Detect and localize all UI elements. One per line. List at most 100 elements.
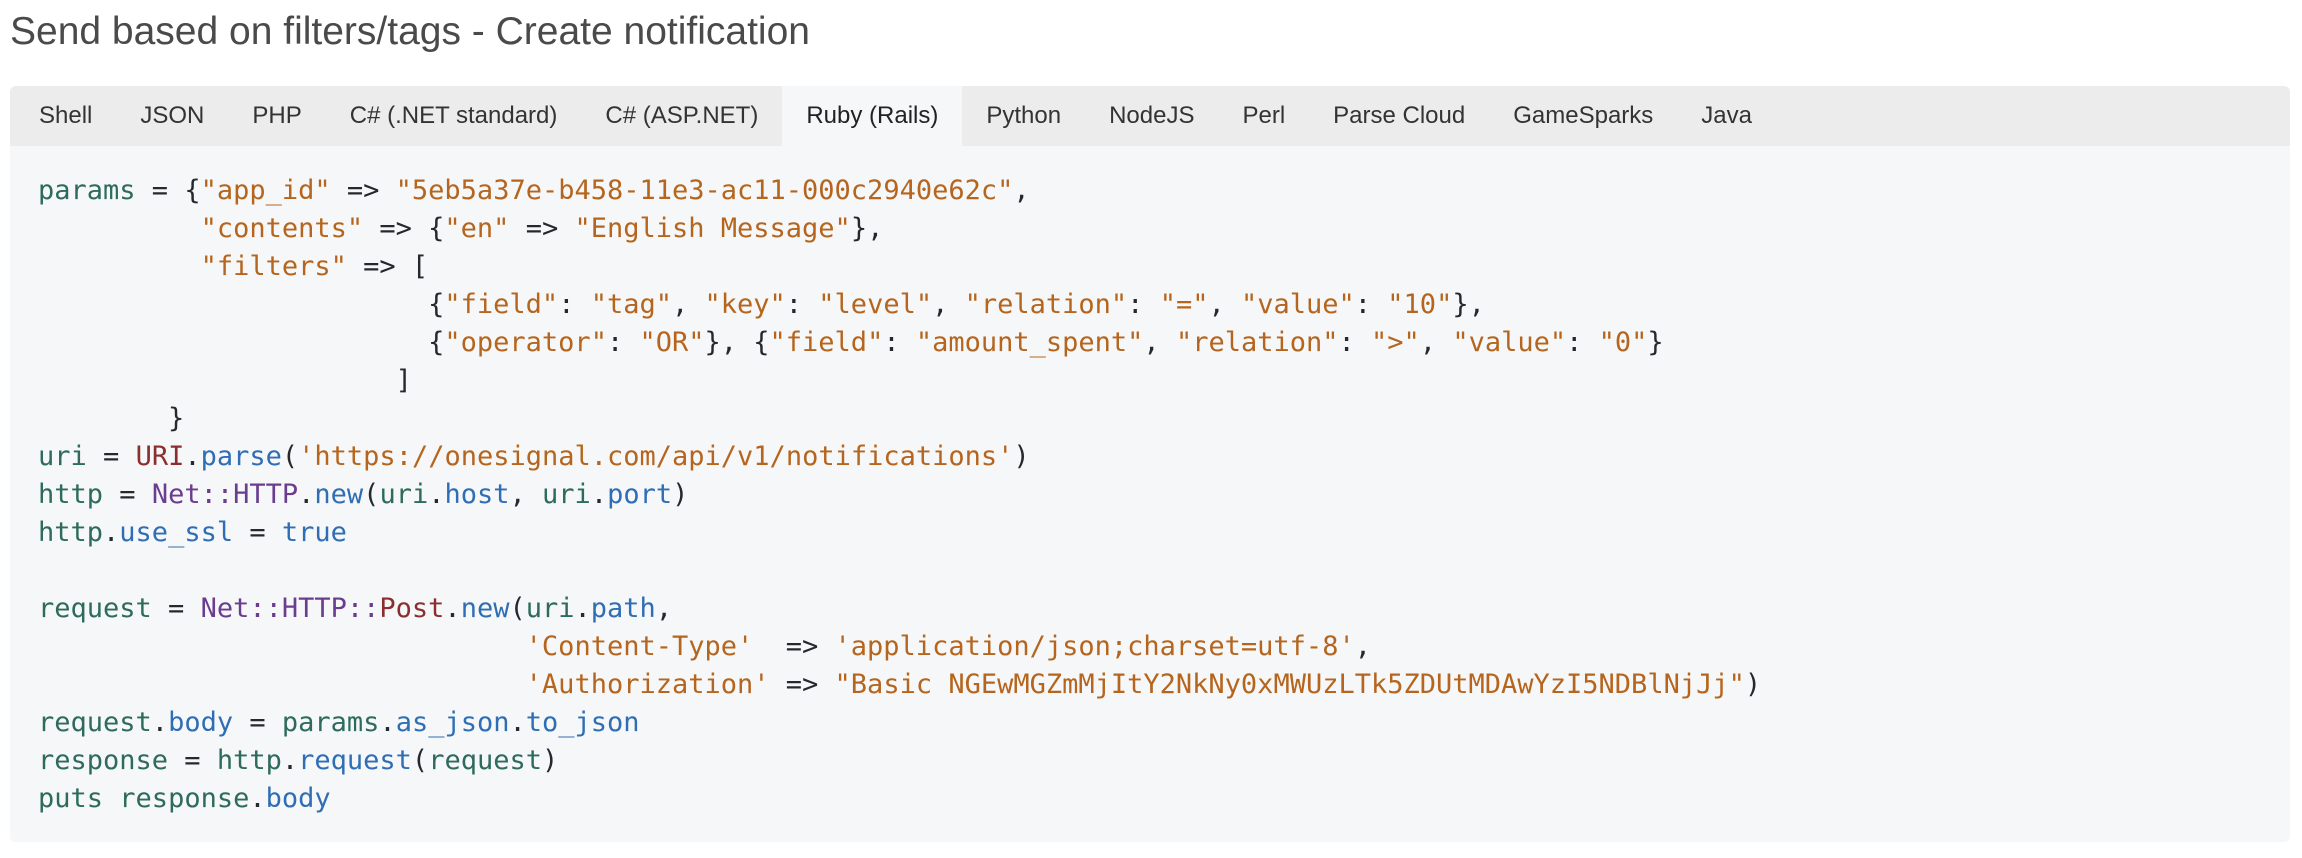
code-token: . bbox=[281, 745, 299, 776]
code-token: "contents" bbox=[200, 213, 364, 244]
code-token: : bbox=[883, 327, 916, 358]
code-token: request bbox=[38, 707, 152, 738]
code-token: . bbox=[298, 479, 315, 510]
code-token: "field" bbox=[769, 327, 884, 358]
code-token: , bbox=[1419, 327, 1453, 358]
code-token: => [ bbox=[346, 251, 429, 282]
code-token: ( bbox=[281, 441, 299, 472]
code-token: . bbox=[379, 707, 396, 738]
code-token: 'https://onesignal.com/api/v1/notificati… bbox=[298, 441, 1014, 472]
code-block: params = {"app_id" => "5eb5a37e-b458-11e… bbox=[10, 146, 2290, 818]
code-token: => bbox=[330, 175, 396, 206]
code-token: , bbox=[932, 289, 965, 320]
code-token: 'Content-Type' bbox=[525, 631, 754, 662]
code-token: . bbox=[151, 707, 169, 738]
code-token: = { bbox=[135, 175, 201, 206]
tab-python[interactable]: Python bbox=[962, 86, 1085, 146]
tab-shell[interactable]: Shell bbox=[15, 86, 116, 146]
code-token: "10" bbox=[1387, 289, 1453, 320]
code-token: "operator" bbox=[444, 327, 607, 358]
code-token: : bbox=[558, 289, 591, 320]
code-token: URI bbox=[135, 441, 185, 472]
code-token: }, bbox=[1452, 289, 1485, 320]
code-token: = bbox=[103, 479, 152, 510]
language-tab-bar: Shell JSON PHP C# (.NET standard) C# (ASP.NE… bbox=[10, 86, 2290, 146]
code-token: : bbox=[1338, 327, 1372, 358]
code-token: http bbox=[38, 479, 104, 510]
code-token: new bbox=[460, 593, 510, 624]
code-token: ( bbox=[509, 593, 526, 624]
code-token: new bbox=[314, 479, 364, 510]
code-token: = bbox=[168, 745, 217, 776]
tab-json[interactable]: JSON bbox=[116, 86, 228, 146]
code-token: "relation" bbox=[964, 289, 1128, 320]
code-token: "app_id" bbox=[200, 175, 331, 206]
tab-c-asp-net[interactable]: C# (ASP.NET) bbox=[581, 86, 782, 146]
code-token: "relation" bbox=[1175, 327, 1339, 358]
tab-nodejs[interactable]: NodeJS bbox=[1085, 86, 1218, 146]
tab-java[interactable]: Java bbox=[1677, 86, 1776, 146]
code-token: request bbox=[38, 593, 152, 624]
code-token: "0" bbox=[1598, 327, 1648, 358]
code-token: http bbox=[216, 745, 282, 776]
code-token: parse bbox=[200, 441, 282, 472]
code-token: , bbox=[1013, 175, 1030, 206]
code-token: . bbox=[574, 593, 591, 624]
code-token: : bbox=[1566, 327, 1599, 358]
tab-php[interactable]: PHP bbox=[228, 86, 325, 146]
code-token: : bbox=[606, 327, 640, 358]
code-line: params = {"app_id" => "5eb5a37e-b458-11e… bbox=[38, 172, 2290, 210]
tab-perl[interactable]: Perl bbox=[1218, 86, 1309, 146]
code-line: ] bbox=[38, 362, 2290, 400]
code-token: response bbox=[119, 783, 250, 814]
tab-ruby-rails[interactable]: Ruby (Rails) bbox=[782, 86, 963, 146]
code-token: params bbox=[281, 707, 380, 738]
tab-parse-cloud[interactable]: Parse Cloud bbox=[1309, 86, 1489, 146]
code-line: 'Content-Type' => 'application/json;char… bbox=[38, 628, 2290, 666]
code-token: "5eb5a37e-b458-11e3-ac11-000c2940e62c" bbox=[395, 175, 1014, 206]
code-token: "field" bbox=[444, 289, 559, 320]
code-token: request bbox=[298, 745, 412, 776]
code-line: request = Net::HTTP::Post.new(uri.path, bbox=[38, 590, 2290, 628]
code-token: request bbox=[428, 745, 542, 776]
code-token: true bbox=[281, 517, 347, 548]
code-token: uri bbox=[38, 441, 87, 472]
code-token: , bbox=[1143, 327, 1176, 358]
code-token: body bbox=[265, 783, 331, 814]
code-token: "level" bbox=[818, 289, 933, 320]
code-token: uri bbox=[379, 479, 429, 510]
code-token: port bbox=[607, 479, 673, 510]
code-token: body bbox=[168, 707, 234, 738]
code-line: {"operator": "OR"}, {"field": "amount_sp… bbox=[38, 324, 2290, 362]
code-token: response bbox=[38, 745, 169, 776]
code-line: 'Authorization' => "Basic NGEwMGZmMjItY2… bbox=[38, 666, 2290, 704]
code-token: uri bbox=[525, 593, 575, 624]
code-token: : bbox=[785, 289, 819, 320]
code-token: "value" bbox=[1452, 327, 1567, 358]
code-token: . bbox=[444, 593, 461, 624]
code-token: ) bbox=[672, 479, 689, 510]
code-token: . bbox=[103, 517, 120, 548]
code-line: uri = URI.parse('https://onesignal.com/a… bbox=[38, 438, 2290, 476]
code-line: "contents" => {"en" => "English Message"… bbox=[38, 210, 2290, 248]
code-token: . bbox=[509, 707, 526, 738]
code-sample-panel: Shell JSON PHP C# (.NET standard) C# (ASP.NE… bbox=[10, 86, 2290, 842]
code-token: . bbox=[590, 479, 608, 510]
code-token: "Basic NGEwMGZmMjItY2NkNy0xMWUzLTk5ZDUtM… bbox=[834, 669, 1745, 700]
code-token: => bbox=[753, 631, 835, 662]
tab-gamesparks[interactable]: GameSparks bbox=[1489, 86, 1677, 146]
code-token: ] bbox=[38, 365, 412, 396]
code-token: Net::HTTP:: bbox=[200, 593, 380, 624]
code-token: ) bbox=[1013, 441, 1030, 472]
code-token: . bbox=[184, 441, 201, 472]
code-line: } bbox=[38, 400, 2290, 438]
code-token: ( bbox=[363, 479, 380, 510]
code-token: "key" bbox=[704, 289, 786, 320]
code-token: host bbox=[444, 479, 510, 510]
tab-c-net-standard[interactable]: C# (.NET standard) bbox=[326, 86, 582, 146]
code-token: http bbox=[38, 517, 104, 548]
